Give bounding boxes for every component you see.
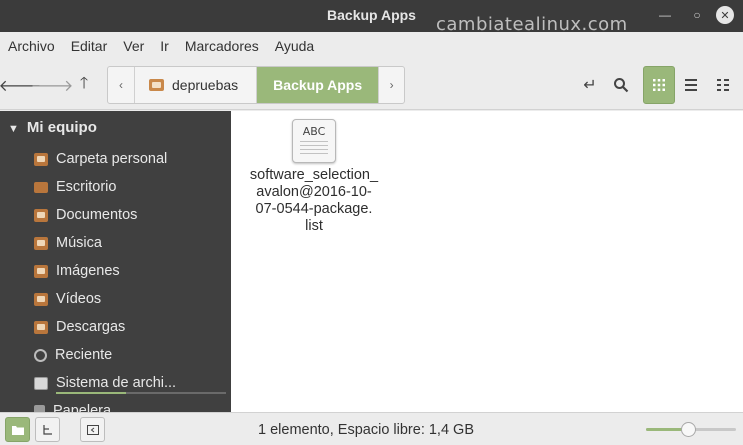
menu-archivo[interactable]: Archivo: [8, 38, 55, 54]
menu-marcadores[interactable]: Marcadores: [185, 38, 259, 54]
icon-view-button[interactable]: [643, 66, 675, 104]
desktop-icon: [34, 181, 48, 193]
path-bar: ‹ depruebas Backup Apps ›: [107, 66, 406, 104]
grid-icon: [653, 79, 665, 91]
back-arrow-icon[interactable]: 🡐: [0, 73, 41, 97]
zoom-slider[interactable]: [646, 422, 736, 437]
menu-ir[interactable]: Ir: [160, 38, 169, 54]
title-bar: Backup Apps cambiatealinux.com — ○ ✕: [0, 0, 743, 35]
sidebar-item-documentos[interactable]: Documentos: [34, 203, 224, 227]
sidebar-toggle-icon: [86, 424, 99, 435]
sidebar-section-mi-equipo[interactable]: ▼ Mi equipo: [8, 119, 97, 136]
pictures-folder-icon: [34, 264, 48, 278]
folder-icon: [149, 79, 164, 91]
sidebar-item-reciente[interactable]: Reciente: [34, 343, 224, 367]
status-text: 1 elemento, Espacio libre: 1,4 GB: [258, 422, 475, 438]
filesystem-usage-bar: [56, 392, 126, 394]
documents-folder-icon: [34, 208, 48, 222]
show-places-button[interactable]: [5, 417, 30, 442]
window-title: Backup Apps: [327, 7, 416, 23]
up-arrow-icon[interactable]: 🡑: [72, 73, 96, 97]
list-view-button[interactable]: [675, 66, 707, 104]
hide-sidebar-button[interactable]: [80, 417, 105, 442]
toggle-location-icon[interactable]: ↵: [578, 73, 602, 97]
home-folder-icon: [34, 152, 48, 166]
compact-view-button[interactable]: [707, 66, 739, 104]
search-icon[interactable]: [609, 73, 633, 97]
sidebar-item-carpeta-personal[interactable]: Carpeta personal: [34, 147, 224, 171]
menu-editar[interactable]: Editar: [71, 38, 108, 54]
videos-folder-icon: [34, 292, 48, 306]
sidebar: ▼ Mi equipo Carpeta personal Escritorio D…: [0, 111, 231, 412]
list-icon: [685, 79, 697, 91]
close-icon[interactable]: ✕: [716, 6, 734, 24]
file-item[interactable]: ABC software_selection_ avalon@2016-10- …: [241, 119, 387, 235]
filesystem-usage-track: [126, 392, 226, 394]
drive-icon: [34, 376, 48, 390]
music-folder-icon: [34, 236, 48, 250]
path-segment-depruebas[interactable]: depruebas: [134, 67, 256, 103]
sidebar-item-imagenes[interactable]: Imágenes: [34, 259, 224, 283]
recent-icon: [34, 348, 47, 362]
sidebar-item-descargas[interactable]: Descargas: [34, 315, 224, 339]
collapse-triangle-icon[interactable]: ▼: [8, 123, 19, 135]
sidebar-item-papelera[interactable]: Papelera: [34, 399, 224, 412]
path-scroll-right-icon[interactable]: ›: [378, 67, 404, 103]
menu-ver[interactable]: Ver: [123, 38, 144, 54]
downloads-folder-icon: [34, 320, 48, 334]
status-bar: 1 elemento, Espacio libre: 1,4 GB: [0, 412, 743, 445]
text-document-icon: ABC: [292, 119, 336, 163]
trash-icon: [34, 404, 45, 412]
path-scroll-left-icon[interactable]: ‹: [108, 67, 134, 103]
forward-arrow-icon[interactable]: 🡒: [31, 73, 74, 97]
path-segment-backup-apps[interactable]: Backup Apps: [256, 67, 379, 103]
minimize-icon[interactable]: —: [656, 6, 674, 24]
zoom-slider-handle[interactable]: [681, 422, 696, 437]
menu-ayuda[interactable]: Ayuda: [275, 38, 314, 54]
menu-bar: Archivo Editar Ver Ir Marcadores Ayuda: [0, 32, 743, 60]
places-folder-icon: [11, 425, 24, 435]
tree-icon: [42, 424, 52, 435]
sidebar-item-musica[interactable]: Música: [34, 231, 224, 255]
compact-icon: [717, 79, 729, 91]
sidebar-item-escritorio[interactable]: Escritorio: [34, 175, 224, 199]
file-view[interactable]: ABC software_selection_ avalon@2016-10- …: [231, 111, 743, 412]
maximize-icon[interactable]: ○: [688, 6, 706, 24]
show-tree-button[interactable]: [35, 417, 60, 442]
file-name: software_selection_ avalon@2016-10- 07-0…: [249, 167, 379, 234]
sidebar-item-videos[interactable]: Vídeos: [34, 287, 224, 311]
toolbar: 🡐 🡒 🡑 ‹ depruebas Backup Apps › ↵: [0, 60, 743, 110]
